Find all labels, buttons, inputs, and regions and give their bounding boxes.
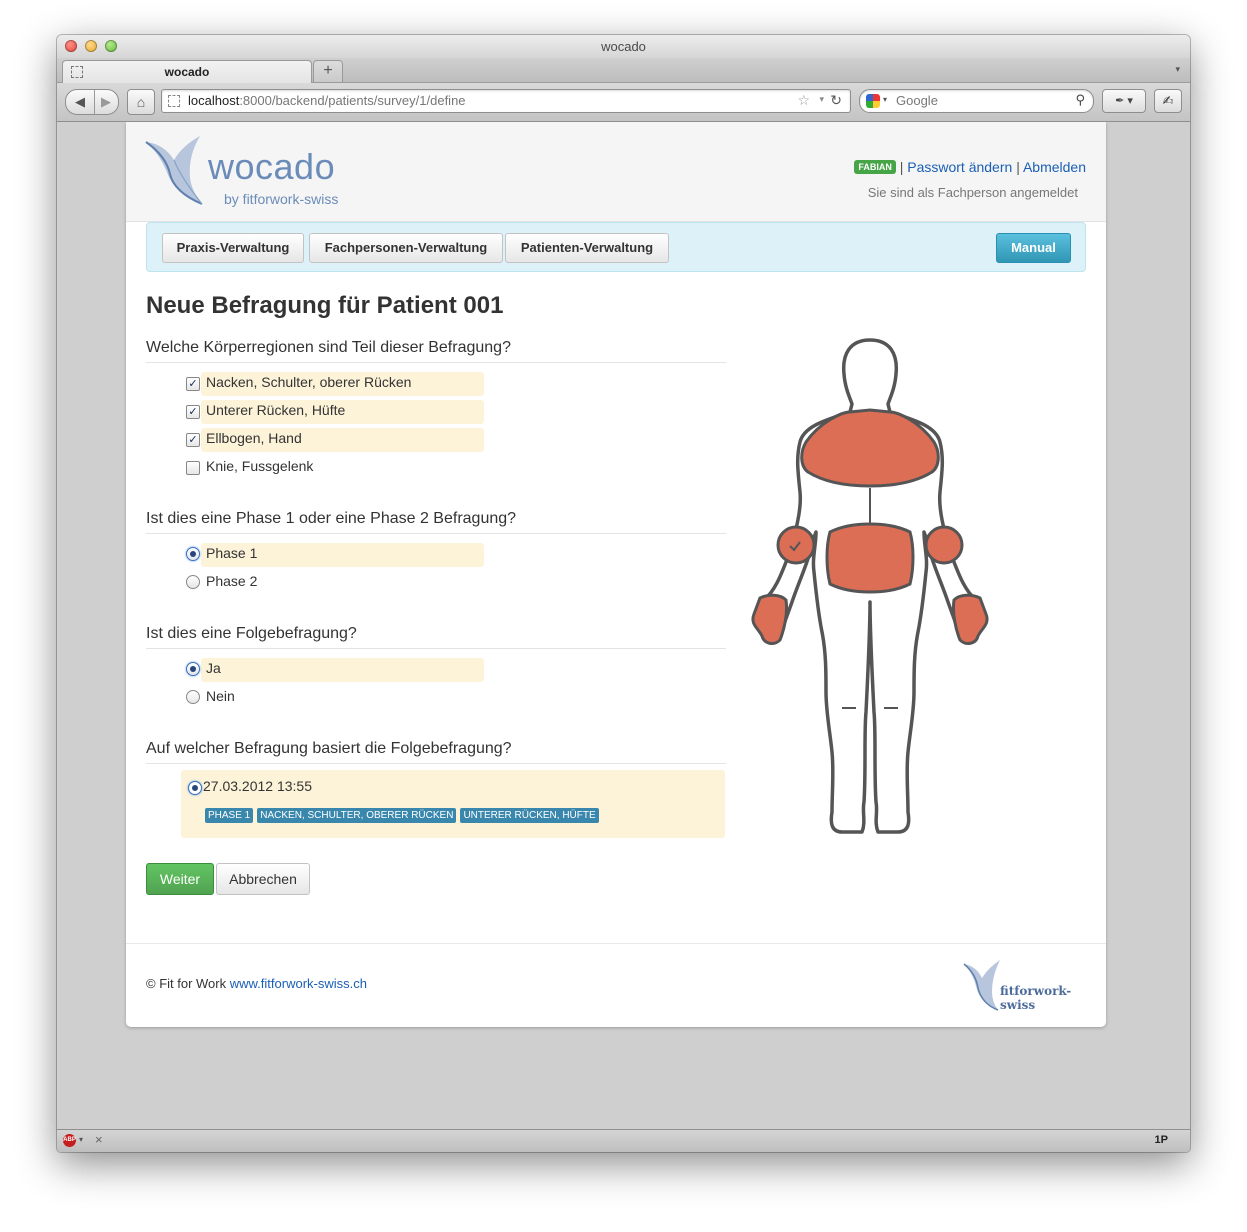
- home-button[interactable]: ⌂: [127, 89, 155, 115]
- google-icon[interactable]: [866, 94, 880, 108]
- regions-legend: Welche Körperregionen sind Teil dieser B…: [146, 339, 726, 363]
- lower-back-region: [825, 522, 915, 594]
- status-bar: ABP ▾ × 1P: [57, 1129, 1190, 1152]
- followup-radio-yes[interactable]: [186, 662, 200, 676]
- phase-legend: Ist dies eine Phase 1 oder eine Phase 2 …: [146, 510, 726, 534]
- phase-radio-1[interactable]: [186, 547, 200, 561]
- onepassword-icon[interactable]: 1P: [1155, 1134, 1168, 1146]
- fitforwork-logo-text: fitforwork-swiss: [1000, 984, 1072, 1012]
- option-label[interactable]: Ellbogen, Hand: [206, 430, 302, 446]
- footer-link[interactable]: www.fitforwork-swiss.ch: [230, 976, 367, 991]
- option-label[interactable]: Nacken, Schulter, oberer Rücken: [206, 374, 411, 390]
- logo-text[interactable]: wocado: [208, 146, 335, 188]
- option-label[interactable]: Phase 1: [206, 545, 257, 561]
- extension-pen-icon[interactable]: ✒ ▾: [1102, 89, 1146, 113]
- nav-patienten-button[interactable]: Patienten-Verwaltung: [505, 233, 669, 263]
- page-container: wocado by fitforwork-swiss FABIAN | Pass…: [126, 122, 1106, 1027]
- tag-neck: NACKEN, SCHULTER, OBERER RÜCKEN: [257, 808, 457, 823]
- option-label[interactable]: Knie, Fussgelenk: [206, 458, 313, 474]
- basis-survey-option[interactable]: 27.03.2012 13:55 PHASE 1 NACKEN, SCHULTER…: [181, 770, 725, 838]
- bookmark-star-icon[interactable]: ☆: [797, 92, 810, 109]
- option-highlight: [201, 658, 484, 682]
- title-bar: wocado: [57, 35, 1190, 58]
- logo-subtitle: by fitforwork-swiss: [224, 191, 339, 207]
- history-dropdown-icon[interactable]: ▾: [819, 94, 824, 105]
- logout-link[interactable]: Abmelden: [1023, 159, 1086, 175]
- forward-button[interactable]: ▶: [95, 90, 117, 114]
- change-password-link[interactable]: Passwort ändern: [907, 159, 1012, 175]
- option-label[interactable]: Unterer Rücken, Hüfte: [206, 402, 345, 418]
- region-checkbox-elbow[interactable]: ✓: [186, 433, 200, 447]
- adblock-icon[interactable]: ABP: [63, 1134, 76, 1147]
- user-badge: FABIAN: [854, 160, 896, 174]
- right-hand-region: [952, 593, 989, 645]
- browser-window: wocado wocado + ▾ ◀ ▶ ⌂ localhost:8000/b…: [57, 35, 1190, 1152]
- left-hand-region: [751, 593, 788, 645]
- search-placeholder: Google: [896, 93, 938, 108]
- phase-radio-2[interactable]: [186, 575, 200, 589]
- manual-button[interactable]: Manual: [996, 233, 1071, 263]
- page-title: Neue Befragung für Patient 001: [146, 292, 504, 319]
- search-engine-dropdown-icon[interactable]: ▾: [883, 95, 887, 104]
- main-nav: Praxis-Verwaltung Fachpersonen-Verwaltun…: [146, 222, 1086, 272]
- back-forward-group: ◀ ▶: [65, 89, 119, 115]
- copyright: © Fit for Work www.fitforwork-swiss.ch: [146, 976, 367, 991]
- body-map-figure: [751, 338, 989, 834]
- search-icon[interactable]: ⚲: [1075, 92, 1085, 108]
- nav-fachpersonen-button[interactable]: Fachpersonen-Verwaltung: [309, 233, 503, 263]
- extension-sign-icon[interactable]: ✍: [1154, 89, 1182, 113]
- followup-legend: Ist dies eine Folgebefragung?: [146, 625, 726, 649]
- tab-label: wocado: [164, 65, 210, 79]
- region-checkbox-neck[interactable]: ✓: [186, 377, 200, 391]
- tag-lower-back: UNTERER RÜCKEN, HÜFTE: [460, 808, 599, 823]
- region-checkbox-knee[interactable]: [186, 461, 200, 475]
- nav-praxis-button[interactable]: Praxis-Verwaltung: [162, 233, 304, 263]
- tab-wocado[interactable]: wocado: [62, 60, 312, 83]
- adblock-dropdown-icon[interactable]: ▾: [79, 1135, 83, 1144]
- new-tab-button[interactable]: +: [313, 60, 343, 83]
- back-button[interactable]: ◀: [66, 90, 95, 114]
- basis-survey-date[interactable]: 27.03.2012 13:55: [203, 778, 312, 794]
- separator: |: [1016, 159, 1020, 175]
- address-bar[interactable]: localhost:8000/backend/patients/survey/1…: [161, 89, 851, 113]
- option-label[interactable]: Nein: [206, 688, 235, 704]
- fitforwork-logo-icon: [963, 960, 1000, 1011]
- login-info: Sie sind als Fachperson angemeldet: [867, 185, 1078, 200]
- browser-toolbar: ◀ ▶ ⌂ localhost:8000/backend/patients/su…: [57, 83, 1190, 122]
- close-icon[interactable]: ×: [95, 1132, 103, 1147]
- site-icon: [168, 95, 180, 107]
- wocado-logo-icon[interactable]: [144, 134, 206, 206]
- option-label[interactable]: Phase 2: [206, 573, 257, 589]
- tab-overflow-icon[interactable]: ▾: [1175, 64, 1180, 75]
- url-text[interactable]: localhost:8000/backend/patients/survey/1…: [188, 93, 466, 108]
- fitforwork-logo[interactable]: fitforwork-swiss: [962, 958, 1088, 1012]
- basis-survey-tags: PHASE 1 NACKEN, SCHULTER, OBERER RÜCKEN UN…: [205, 805, 603, 823]
- site-footer: © Fit for Work www.fitforwork-swiss.ch f…: [126, 943, 1106, 1028]
- next-button[interactable]: Weiter: [146, 863, 214, 895]
- tab-bar: wocado + ▾: [57, 58, 1190, 83]
- search-input[interactable]: ▾ Google ⚲: [859, 89, 1094, 113]
- basis-legend: Auf welcher Befragung basiert die Folgeb…: [146, 740, 726, 764]
- option-label[interactable]: Ja: [206, 660, 221, 676]
- separator: |: [899, 159, 904, 175]
- user-menu: FABIAN | Passwort ändern | Abmelden: [854, 159, 1086, 175]
- reload-icon[interactable]: ↻: [830, 92, 842, 109]
- region-checkbox-lower-back[interactable]: ✓: [186, 405, 200, 419]
- right-elbow-region: [924, 525, 964, 565]
- tag-phase: PHASE 1: [205, 808, 254, 823]
- cancel-button[interactable]: Abbrechen: [216, 863, 310, 895]
- page-viewport: wocado by fitforwork-swiss FABIAN | Pass…: [57, 122, 1190, 1130]
- window-title: wocado: [601, 39, 646, 54]
- followup-radio-no[interactable]: [186, 690, 200, 704]
- left-elbow-region: [776, 525, 816, 565]
- basis-survey-radio[interactable]: [188, 781, 202, 795]
- site-header: wocado by fitforwork-swiss FABIAN | Pass…: [126, 122, 1106, 222]
